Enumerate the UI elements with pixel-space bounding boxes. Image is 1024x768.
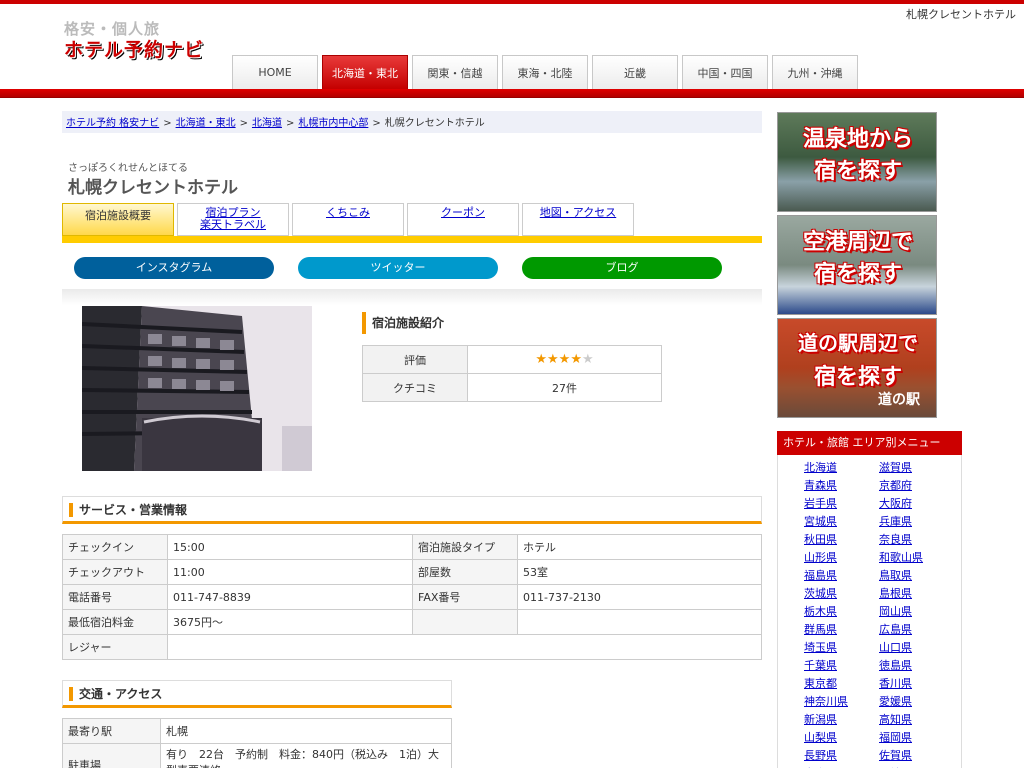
rating-label: 評価	[362, 345, 468, 374]
twitter-button[interactable]: ツイッター	[298, 257, 498, 279]
nav-home[interactable]: HOME	[232, 55, 318, 90]
breadcrumb-home[interactable]: ホテル予約 格安ナビ	[66, 118, 159, 129]
tab-map-access[interactable]: 地図・アクセス	[522, 203, 634, 236]
service-heading-box: サービス・営業情報	[62, 496, 762, 524]
prefecture-link[interactable]: 京都府	[879, 477, 912, 493]
prefecture-link[interactable]: 千葉県	[804, 657, 837, 673]
prefecture-link[interactable]: 山形県	[804, 549, 837, 565]
hotel-photo	[82, 306, 312, 471]
prefecture-link[interactable]: 茨城県	[804, 585, 837, 601]
prefecture-link[interactable]: 長野県	[804, 747, 837, 763]
hotel-furigana: さっぽろくれせんとほてる	[68, 163, 188, 174]
rating-star-icon: ★	[535, 352, 548, 367]
rating-stars: ★★★★★	[467, 345, 662, 374]
blog-button[interactable]: ブログ	[522, 257, 722, 279]
onsen-search-banner[interactable]: 温泉地から 宿を探す	[777, 112, 937, 212]
prefecture-link[interactable]: 島根県	[879, 585, 912, 601]
tab-rakuten-label[interactable]: 楽天トラベル	[200, 218, 266, 231]
prefecture-link[interactable]: 栃木県	[804, 603, 837, 619]
intro-table: 評価 ★★★★★ クチコミ 27件	[362, 345, 662, 402]
access-heading-box: 交通・アクセス	[62, 680, 452, 708]
instagram-button[interactable]: インスタグラム	[74, 257, 274, 279]
prefecture-link[interactable]: 青森県	[804, 477, 837, 493]
nav-chugoku-shikoku[interactable]: 中国・四国	[682, 55, 768, 90]
tab-reviews[interactable]: くちこみ	[292, 203, 404, 236]
prefecture-link[interactable]: 兵庫県	[879, 513, 912, 529]
tab-plans[interactable]: 宿泊プラン 楽天トラベル	[177, 203, 289, 236]
logo-title: ホテル予約ナビ	[64, 39, 205, 61]
review-count: 27件	[467, 373, 662, 402]
prefecture-link[interactable]: 高知県	[879, 711, 912, 727]
airport-search-banner[interactable]: 空港周辺で 宿を探す	[777, 215, 937, 315]
tab-coupon[interactable]: クーポン	[407, 203, 519, 236]
prefecture-link[interactable]: 奈良県	[879, 531, 912, 547]
table-row: 最低宿泊料金 3675円〜	[62, 609, 762, 635]
prefecture-link[interactable]: 愛媛県	[879, 693, 912, 709]
prefecture-link[interactable]: 埼玉県	[804, 639, 837, 655]
prefecture-link[interactable]: 山梨県	[804, 729, 837, 745]
prefecture-link[interactable]: 滋賀県	[879, 459, 912, 475]
prefecture-link[interactable]: 東京都	[804, 675, 837, 691]
prefecture-link[interactable]: 鳥取県	[879, 567, 912, 583]
nav-kyushu-okinawa[interactable]: 九州・沖縄	[772, 55, 858, 90]
prefecture-link[interactable]: 福島県	[804, 567, 837, 583]
prefecture-link[interactable]: 福岡県	[879, 729, 912, 745]
prefecture-link[interactable]: 新潟県	[804, 711, 837, 727]
intro-heading: 宿泊施設紹介	[362, 312, 444, 334]
rating-star-icon: ★	[547, 352, 559, 367]
nav-kanto-shinetsu[interactable]: 関東・信越	[412, 55, 498, 90]
service-table: チェックイン 15:00 宿泊施設タイプ ホテル チェックアウト 11:00 部屋数 5…	[62, 534, 762, 660]
prefecture-link[interactable]: 佐賀県	[879, 747, 912, 763]
breadcrumb: ホテル予約 格安ナビ > 北海道・東北 > 北海道 > 札幌市内中心部 > 札幌クレセントホテル	[62, 111, 762, 133]
prefecture-link[interactable]: 大阪府	[879, 495, 912, 511]
access-table: 最寄り駅札幌 駐車場有り 22台 予約制 料金：840円（税込み 1泊）大型車要…	[62, 718, 452, 768]
prefecture-link[interactable]: 群馬県	[804, 621, 837, 637]
table-row: チェックイン 15:00 宿泊施設タイプ ホテル	[62, 534, 762, 560]
hotel-tabs: 宿泊施設概要 宿泊プラン 楽天トラベル くちこみ クーポン 地図・アクセス	[62, 203, 762, 243]
main-nav: HOME 北海道・東北 関東・信越 東海・北陸 近畿 中国・四国 九州・沖縄	[232, 55, 862, 90]
prefecture-link[interactable]: 徳島県	[879, 657, 912, 673]
area-menu-list: 北海道青森県岩手県宮城県秋田県山形県福島県茨城県栃木県群馬県埼玉県千葉県東京都神…	[777, 455, 962, 768]
breadcrumb-prefecture[interactable]: 北海道	[252, 118, 282, 129]
breadcrumb-region[interactable]: 北海道・東北	[176, 118, 236, 129]
prefecture-link[interactable]: 広島県	[879, 621, 912, 637]
header-red-band	[0, 89, 1024, 98]
breadcrumb-area[interactable]: 札幌市内中心部	[298, 118, 368, 129]
breadcrumb-current: 札幌クレセントホテル	[384, 118, 485, 129]
section-shade	[62, 289, 762, 305]
rating-star-icon: ★	[558, 352, 571, 367]
table-row: 電話番号 011-747-8839 FAX番号 011-737-2130	[62, 584, 762, 610]
prefecture-link[interactable]: 香川県	[879, 675, 912, 691]
site-logo[interactable]: 格安・個人旅 ホテル予約ナビ	[64, 20, 224, 72]
prefecture-link[interactable]: 岡山県	[879, 603, 912, 619]
prefecture-link[interactable]: 北海道	[804, 459, 837, 475]
page-title: 札幌クレセントホテル	[68, 178, 238, 198]
logo-tagline: 格安・個人旅	[64, 20, 161, 38]
nav-hokkaido-tohoku[interactable]: 北海道・東北	[322, 55, 408, 90]
nav-tokai-hokuriku[interactable]: 東海・北陸	[502, 55, 588, 90]
tab-underline	[62, 236, 762, 243]
rating-star-icon: ★	[581, 352, 594, 367]
top-accent-bar	[0, 0, 1024, 4]
table-row: レジャー	[62, 634, 762, 660]
access-heading: 交通・アクセス	[69, 687, 445, 701]
prefecture-link[interactable]: 神奈川県	[804, 693, 848, 709]
prefecture-link[interactable]: 山口県	[879, 639, 912, 655]
table-row: チェックアウト 11:00 部屋数 53室	[62, 559, 762, 585]
prefecture-link[interactable]: 秋田県	[804, 531, 837, 547]
table-row: 駐車場有り 22台 予約制 料金：840円（税込み 1泊）大型車要連絡	[62, 743, 452, 768]
main-content: ホテル予約 格安ナビ > 北海道・東北 > 北海道 > 札幌市内中心部 > 札幌クレセントホテル…	[62, 111, 762, 768]
tab-overview[interactable]: 宿泊施設概要	[62, 203, 174, 236]
michinoeki-search-banner[interactable]: 道の駅周辺で 宿を探す 道の駅	[777, 318, 937, 418]
rating-star-icon: ★	[570, 352, 582, 367]
prefecture-link[interactable]: 宮城県	[804, 513, 837, 529]
area-menu-heading: ホテル・旅館 エリア別メニュー	[777, 431, 962, 455]
review-label: クチコミ	[362, 373, 468, 402]
table-row: 最寄り駅 札幌	[62, 718, 452, 744]
nav-kinki[interactable]: 近畿	[592, 55, 678, 90]
service-heading: サービス・営業情報	[69, 503, 755, 517]
prefecture-link[interactable]: 岩手県	[804, 495, 837, 511]
header-site-name: 札幌クレセントホテル	[906, 8, 1016, 21]
prefecture-link[interactable]: 和歌山県	[879, 549, 923, 565]
